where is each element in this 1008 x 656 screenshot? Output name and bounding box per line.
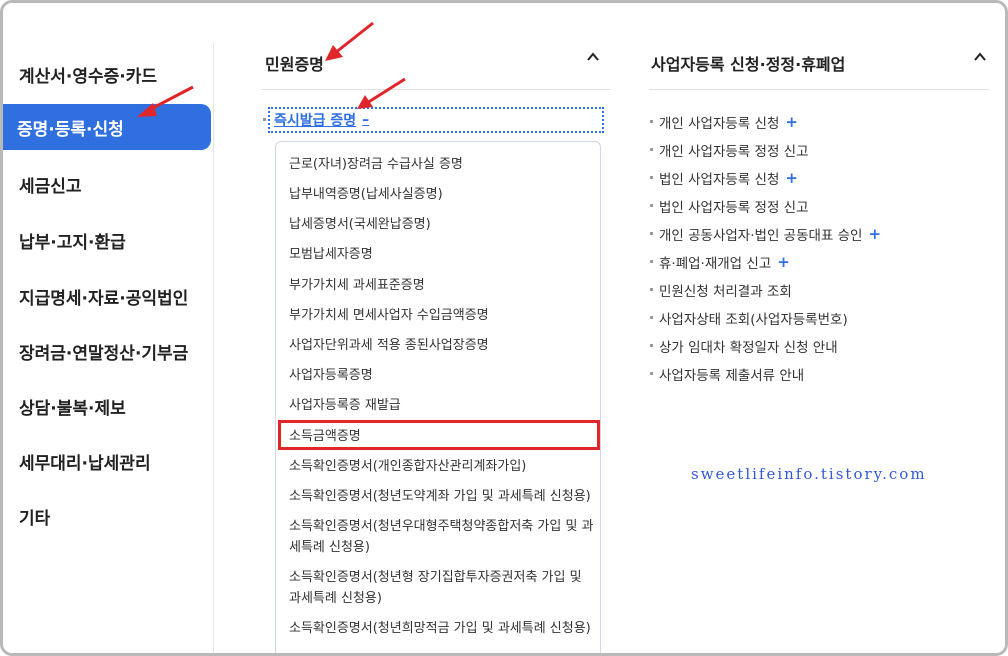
biz-list-item[interactable]: 사업자등록 제출서류 안내 [659,364,804,384]
nav-item-statements[interactable]: 지급명세·자료·공익법인 [3,273,213,319]
nav-item-label: 장려금·연말정산·기부금 [19,343,189,364]
page-frame: 계산서·영수증·카드 증명·등록·신청 세금신고 납부·고지·환급 지급명세·자… [0,0,1008,656]
nav-item-etc[interactable]: 기타 [3,493,213,539]
left-nav: 계산서·영수증·카드 증명·등록·신청 세금신고 납부·고지·환급 지급명세·자… [3,43,214,653]
bullet-icon [650,204,653,207]
list-item[interactable]: 근로(자녀)장려금 수급사실 증명 [289,154,594,175]
highlight-box [278,420,600,450]
chevron-up-icon[interactable] [973,49,987,68]
list-item[interactable]: 소득확인증명서(청년형 장기집합투자증권저축 가입 및 과세특례 신청용) [289,567,594,609]
biz-list-item[interactable]: 휴·폐업·재개업 신고 + [659,252,790,272]
instant-issue-toggle[interactable]: 즉시발급 증명 – [268,107,604,133]
biz-list-item[interactable]: 민원신청 처리결과 조회 [659,280,792,300]
biz-item-label: 상가 임대차 확정일자 신청 안내 [659,340,838,356]
biz-item-label: 개인 사업자등록 신청 [659,116,780,132]
section-divider [261,89,611,90]
biz-item-label: 법인 사업자등록 신청 [659,172,780,188]
annotation-arrow-icon [325,21,374,61]
biz-list-item[interactable]: 개인 공동사업자·법인 공동대표 승인 + [659,224,881,244]
plus-icon[interactable]: + [785,113,798,131]
biz-list-item[interactable]: 상가 임대차 확정일자 신청 안내 [659,336,838,356]
civil-section-title[interactable]: 민원증명 [265,51,324,75]
nav-item-label: 세금신고 [19,176,82,197]
nav-item-label: 상담·불복·제보 [19,398,126,419]
list-item[interactable]: 사업자등록증 재발급 [289,395,594,416]
list-item[interactable]: 부가가치세 과세표준증명 [289,275,594,296]
watermark: sweetlifeinfo.tistory.com [691,465,927,483]
annotation-arrow-icon [357,77,406,109]
list-item[interactable]: 납부내역증명(납세사실증명) [289,184,594,205]
plus-icon[interactable]: + [785,169,798,187]
bullet-icon [650,176,653,179]
bullet-icon [650,316,653,319]
bullet-icon [650,148,653,151]
nav-item-consulting[interactable]: 상담·불복·제보 [3,383,213,429]
list-item[interactable]: 소득확인증명서(청년우대형주택청약종합저축 가입 및 과세특례 신청용) [289,516,594,558]
bullet-icon [650,288,653,291]
nav-item-label: 납부·고지·환급 [19,232,126,253]
bullet-icon [650,120,653,123]
nav-item-incentives[interactable]: 장려금·연말정산·기부금 [3,328,213,374]
list-item[interactable]: 소득확인증명서(청년희망적금 가입 및 과세특례 신청용) [289,618,594,639]
biz-item-label: 법인 사업자등록 정정 신고 [659,200,809,216]
bullet-icon [650,260,653,263]
biz-item-label: 개인 공동사업자·법인 공동대표 승인 [659,228,863,244]
biz-list-item[interactable]: 개인 사업자등록 신청 + [659,112,798,132]
nav-item-label: 증명·등록·신청 [17,119,124,140]
list-item[interactable]: 납세증명서(국세완납증명) [289,214,594,235]
biz-item-label: 사업자상태 조회(사업자등록번호) [659,312,848,328]
nav-item-agent[interactable]: 세무대리·납세관리 [3,438,213,484]
list-item[interactable]: 부가가치세 면세사업자 수입금액증명 [289,305,594,326]
list-item[interactable]: 모범납세자증명 [289,244,594,265]
list-item[interactable]: 사업자등록증명 [289,365,594,386]
biz-list-item[interactable]: 법인 사업자등록 정정 신고 [659,196,809,216]
bullet-icon [263,118,266,121]
nav-item-label: 세무대리·납세관리 [19,453,151,474]
chevron-up-icon[interactable] [586,49,600,68]
biz-item-label: 민원신청 처리결과 조회 [659,284,792,300]
plus-icon[interactable]: + [868,225,881,243]
section-divider [649,89,989,90]
bullet-icon [650,232,653,235]
biz-item-label: 휴·폐업·재개업 신고 [659,256,772,272]
plus-icon[interactable]: + [777,253,790,271]
biz-list-item[interactable]: 사업자상태 조회(사업자등록번호) [659,308,848,328]
nav-item-label: 기타 [19,508,51,529]
list-item[interactable]: 사업자단위과세 적용 종된사업장증명 [289,335,594,356]
biz-list-item[interactable]: 개인 사업자등록 정정 신고 [659,140,809,160]
bullet-icon [650,344,653,347]
biz-section-title[interactable]: 사업자등록 신청·정정·휴폐업 [651,51,845,75]
nav-item-payment[interactable]: 납부·고지·환급 [3,217,213,263]
annotation-arrow-icon [137,85,194,117]
nav-item-tax-report[interactable]: 세금신고 [3,161,213,207]
list-item[interactable]: 소득확인증명서(개인종합자산관리계좌가입) [289,456,594,477]
biz-item-label: 사업자등록 제출서류 안내 [659,368,805,384]
biz-list-item[interactable]: 법인 사업자등록 신청 + [659,168,798,188]
biz-item-label: 개인 사업자등록 정정 신고 [659,144,809,160]
nav-item-label: 지급명세·자료·공익법인 [19,288,189,309]
subheading-label: 즉시발급 증명 [274,113,357,129]
list-item[interactable]: 소득확인증명서(청년도약계좌 가입 및 과세특례 신청용) [289,486,594,507]
bullet-icon [650,372,653,375]
